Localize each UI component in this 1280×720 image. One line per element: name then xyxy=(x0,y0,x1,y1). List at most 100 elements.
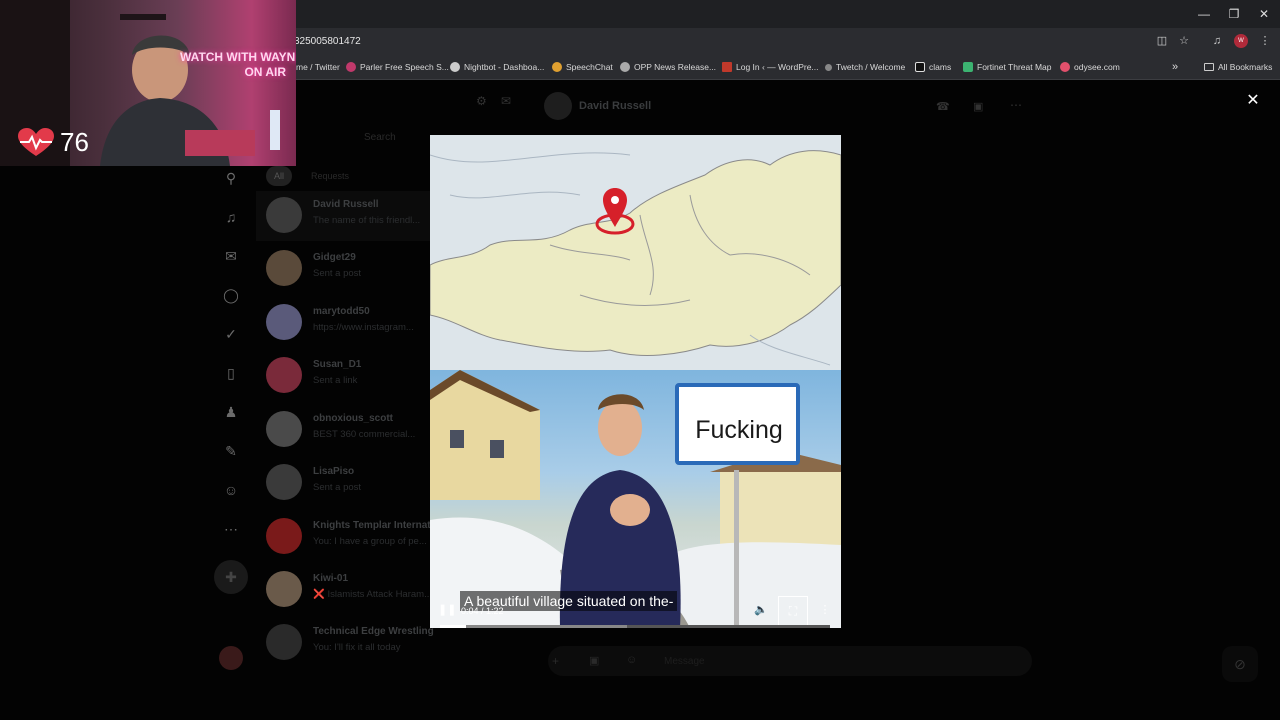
verified-icon[interactable]: ✓ xyxy=(221,324,241,344)
conversation-item[interactable]: Knights Templar Internat... You: I have a… xyxy=(256,512,439,562)
filter-all-tab[interactable]: All xyxy=(266,166,292,186)
messages-icon[interactable]: ✉ xyxy=(221,246,241,266)
bookmark-item[interactable]: Parler Free Speech S... xyxy=(346,60,449,74)
heart-rate-icon xyxy=(18,128,54,156)
avatar xyxy=(266,518,302,554)
conversation-name: obnoxious_scott xyxy=(313,413,394,424)
video-call-icon[interactable]: ▣ xyxy=(973,100,983,113)
grok-button[interactable]: ⊘ xyxy=(1222,646,1258,682)
conversation-preview: BEST 360 commercial... xyxy=(313,429,416,440)
conversation-item[interactable]: Kiwi-01 ❌ Islamists Attack Haram... xyxy=(256,565,432,615)
conversation-name: David Russell xyxy=(313,199,379,210)
conversation-name: Gidget29 xyxy=(313,252,356,263)
image-icon[interactable]: ▣ xyxy=(589,654,599,667)
conversation-item[interactable]: Gidget29 Sent a post xyxy=(256,244,431,294)
avatar xyxy=(544,92,572,120)
pause-icon[interactable]: ❚❚ xyxy=(438,603,456,619)
avatar xyxy=(266,197,302,233)
shield-icon xyxy=(963,62,973,72)
profile-icon[interactable]: ☺ xyxy=(221,480,241,500)
conversation-title: David Russell xyxy=(579,100,652,112)
webcam-overlay: WATCH WITH WAYNE ON AIR 76 xyxy=(0,0,296,166)
conversation-item[interactable]: marytodd50 https://www.instagram... xyxy=(256,298,431,348)
buffered-bar xyxy=(440,625,627,628)
grok-icon[interactable]: ◯ xyxy=(221,285,241,305)
settings-icon[interactable]: ⚙ xyxy=(476,94,487,108)
close-media-viewer-button[interactable]: ✕ xyxy=(1244,92,1262,110)
bookmarks-overflow-button[interactable]: » xyxy=(1172,60,1178,74)
bookmark-item[interactable]: clams xyxy=(915,60,951,74)
avatar xyxy=(266,411,302,447)
bookmark-item[interactable]: Log In ‹ — WordPre... xyxy=(722,60,819,74)
filter-requests-tab[interactable]: Requests xyxy=(311,171,349,181)
bookmark-star-icon[interactable]: ☆ xyxy=(1177,34,1191,48)
conversation-item[interactable]: Technical Edge Wrestling You: I'll fix it… xyxy=(256,618,434,668)
message-composer xyxy=(548,646,1032,676)
url-field[interactable]: 325005801472 xyxy=(294,33,1150,51)
new-message-icon[interactable]: ✉ xyxy=(501,94,511,108)
media-controls-icon[interactable]: ♫ xyxy=(1210,34,1224,48)
more-icon[interactable]: ⋯ xyxy=(221,519,241,539)
jobs-icon[interactable]: ♟ xyxy=(221,402,241,422)
menu-kebab-icon[interactable]: ⋮ xyxy=(1258,34,1272,48)
add-icon[interactable]: + xyxy=(552,654,559,668)
bookmark-item[interactable]: Twetch / Welcome xyxy=(825,60,905,74)
fullscreen-icon[interactable]: ⛶ xyxy=(778,596,808,626)
conversation-preview: You: I'll fix it all today xyxy=(313,642,401,653)
conversation-item[interactable]: Susan_D1 Sent a link xyxy=(256,351,431,401)
all-bookmarks-button[interactable]: All Bookmarks xyxy=(1204,60,1272,74)
more-options-icon[interactable]: ⋮ xyxy=(817,603,833,619)
video-player[interactable]: Fucking A beautiful village situated on … xyxy=(430,135,841,628)
message-input[interactable]: Message xyxy=(664,656,705,667)
conversation-preview: Sent a post xyxy=(313,482,362,493)
conversation-preview: Sent a post xyxy=(313,268,362,279)
avatar xyxy=(266,464,302,500)
conversation-name: Technical Edge Wrestling xyxy=(313,626,434,637)
nightbot-icon xyxy=(450,62,460,72)
conversation-preview: ❌ Islamists Attack Haram... xyxy=(313,589,432,600)
conversation-name: LisaPiso xyxy=(313,466,355,477)
video-progress-bar[interactable] xyxy=(440,625,830,628)
bookmark-item[interactable]: OPP News Release... xyxy=(620,60,716,74)
conversation-item[interactable]: obnoxious_scott BEST 360 commercial... xyxy=(256,405,431,455)
played-bar xyxy=(440,625,466,628)
bookmark-item[interactable]: Fortinet Threat Map xyxy=(963,60,1052,74)
volume-icon[interactable]: 🔈 xyxy=(753,603,769,619)
close-window-icon[interactable]: ✕ xyxy=(1256,6,1272,22)
restore-icon[interactable]: ❐ xyxy=(1226,6,1242,22)
communities-icon[interactable]: ✎ xyxy=(221,441,241,461)
profile-avatar-icon[interactable]: W xyxy=(1234,34,1248,48)
conversation-item[interactable]: LisaPiso Sent a post xyxy=(256,458,431,508)
bookmark-item[interactable]: odysee.com xyxy=(1060,60,1120,74)
avatar xyxy=(266,357,302,393)
account-avatar[interactable] xyxy=(219,646,243,670)
search-input[interactable]: Search xyxy=(364,132,434,143)
wordpress-icon xyxy=(722,62,732,72)
bookmark-item[interactable]: Nightbot - Dashboa... xyxy=(450,60,544,74)
globe-icon xyxy=(620,62,630,72)
conversation-preview: The name of this friendl... xyxy=(313,215,421,226)
conversation-item[interactable]: David Russell The name of this friendl... xyxy=(256,191,431,241)
avatar xyxy=(266,624,302,660)
conversation-preview: Sent a link xyxy=(313,375,358,386)
gif-icon[interactable]: ☺ xyxy=(626,654,637,666)
bookmark-item[interactable]: me / Twitter xyxy=(296,60,340,74)
avatar xyxy=(266,250,302,286)
heart-rate-value: 76 xyxy=(60,127,89,157)
conversation-name: Susan_D1 xyxy=(313,359,362,370)
search-icon[interactable]: ⚲ xyxy=(221,168,241,188)
bookmark-item[interactable]: SpeechChat xyxy=(552,60,613,74)
bookmarks-icon[interactable]: ▯ xyxy=(221,363,241,383)
phone-icon[interactable]: ☎ xyxy=(936,100,950,113)
notifications-icon[interactable]: ♫ xyxy=(221,207,241,227)
neon-sign: WATCH WITH WAYNE ON AIR xyxy=(180,50,296,79)
minimize-icon[interactable]: — xyxy=(1196,6,1212,22)
more-options-icon[interactable]: ⋯ xyxy=(1010,98,1022,112)
install-app-icon[interactable]: ◫ xyxy=(1155,34,1169,48)
compose-post-button[interactable]: ✚ xyxy=(214,560,248,594)
twetch-icon xyxy=(825,63,832,71)
conversation-name: Knights Templar Internat... xyxy=(313,520,439,531)
village-scene-frame: Fucking xyxy=(430,370,841,628)
conversation-name: Kiwi-01 xyxy=(313,573,349,584)
folder-icon xyxy=(1204,63,1214,71)
